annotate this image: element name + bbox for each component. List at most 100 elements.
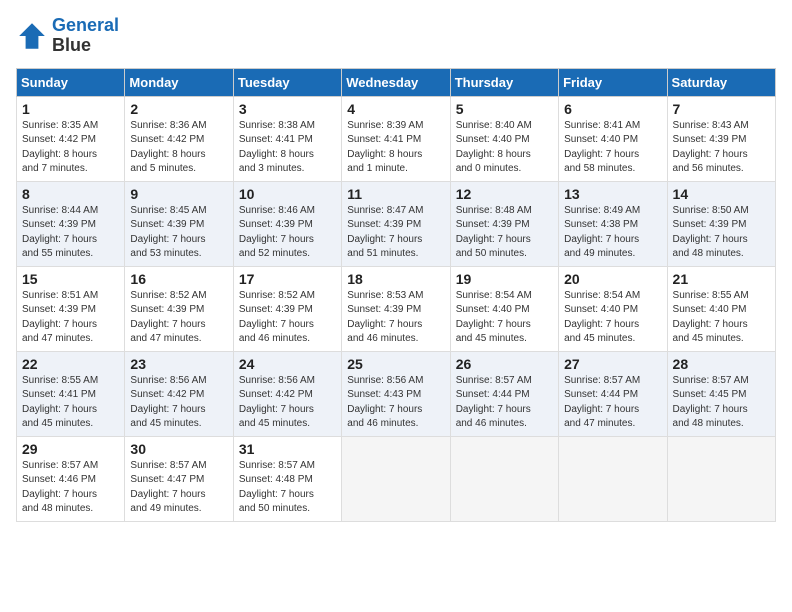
calendar-header-row: SundayMondayTuesdayWednesdayThursdayFrid… bbox=[17, 68, 776, 96]
day-number: 16 bbox=[130, 271, 227, 287]
col-header-sunday: Sunday bbox=[17, 68, 125, 96]
day-number: 29 bbox=[22, 441, 119, 457]
day-number: 15 bbox=[22, 271, 119, 287]
calendar-cell: 26Sunrise: 8:57 AMSunset: 4:44 PMDayligh… bbox=[450, 351, 558, 436]
calendar-week-4: 22 Sunrise: 8:55 AMSunset: 4:41 PMDayligh… bbox=[17, 351, 776, 436]
day-detail: Sunrise: 8:38 AMSunset: 4:41 PMDaylight:… bbox=[239, 119, 336, 177]
day-detail: Sunrise: 8:41 AMSunset: 4:40 PMDaylight:… bbox=[564, 119, 661, 177]
calendar-body: 1 Sunrise: 8:35 AMSunset: 4:42 PMDaylight… bbox=[17, 96, 776, 521]
calendar-cell: 8 Sunrise: 8:44 AMSunset: 4:39 PMDaylight… bbox=[17, 181, 125, 266]
calendar-cell: 6 Sunrise: 8:41 AMSunset: 4:40 PMDaylight… bbox=[559, 96, 667, 181]
day-detail: Sunrise: 8:52 AMSunset: 4:39 PMDaylight:… bbox=[239, 289, 336, 347]
day-number: 4 bbox=[347, 101, 444, 117]
calendar-cell: 17 Sunrise: 8:52 AMSunset: 4:39 PMDayligh… bbox=[233, 266, 341, 351]
day-detail: Sunrise: 8:55 AMSunset: 4:40 PMDaylight:… bbox=[673, 289, 770, 347]
day-number: 10 bbox=[239, 186, 336, 202]
calendar-cell: 27 Sunrise: 8:57 AMSunset: 4:44 PMDayligh… bbox=[559, 351, 667, 436]
day-number: 5 bbox=[456, 101, 553, 117]
day-detail: Sunrise: 8:35 AMSunset: 4:42 PMDaylight:… bbox=[22, 119, 119, 177]
calendar-cell bbox=[559, 436, 667, 521]
day-detail: Sunrise: 8:57 AMSunset: 4:45 PMDaylight:… bbox=[673, 374, 770, 432]
calendar-cell: 21Sunrise: 8:55 AMSunset: 4:40 PMDayligh… bbox=[667, 266, 775, 351]
day-detail: Sunrise: 8:51 AMSunset: 4:39 PMDaylight:… bbox=[22, 289, 119, 347]
col-header-thursday: Thursday bbox=[450, 68, 558, 96]
day-detail: Sunrise: 8:56 AMSunset: 4:43 PMDaylight:… bbox=[347, 374, 444, 432]
calendar-cell: 25 Sunrise: 8:56 AMSunset: 4:43 PMDayligh… bbox=[342, 351, 450, 436]
day-number: 23 bbox=[130, 356, 227, 372]
logo: GeneralBlue bbox=[16, 16, 119, 56]
calendar-cell: 19 Sunrise: 8:54 AMSunset: 4:40 PMDayligh… bbox=[450, 266, 558, 351]
calendar-cell: 18 Sunrise: 8:53 AMSunset: 4:39 PMDayligh… bbox=[342, 266, 450, 351]
col-header-tuesday: Tuesday bbox=[233, 68, 341, 96]
day-detail: Sunrise: 8:52 AMSunset: 4:39 PMDaylight:… bbox=[130, 289, 227, 347]
calendar-cell: 11Sunrise: 8:47 AMSunset: 4:39 PMDayligh… bbox=[342, 181, 450, 266]
calendar-cell: 23Sunrise: 8:56 AMSunset: 4:42 PMDayligh… bbox=[125, 351, 233, 436]
calendar-week-2: 8 Sunrise: 8:44 AMSunset: 4:39 PMDaylight… bbox=[17, 181, 776, 266]
calendar-cell: 29 Sunrise: 8:57 AMSunset: 4:46 PMDayligh… bbox=[17, 436, 125, 521]
day-detail: Sunrise: 8:54 AMSunset: 4:40 PMDaylight:… bbox=[456, 289, 553, 347]
day-detail: Sunrise: 8:46 AMSunset: 4:39 PMDaylight:… bbox=[239, 204, 336, 262]
calendar-cell: 12Sunrise: 8:48 AMSunset: 4:39 PMDayligh… bbox=[450, 181, 558, 266]
day-detail: Sunrise: 8:40 AMSunset: 4:40 PMDaylight:… bbox=[456, 119, 553, 177]
calendar-cell: 7 Sunrise: 8:43 AMSunset: 4:39 PMDaylight… bbox=[667, 96, 775, 181]
day-detail: Sunrise: 8:50 AMSunset: 4:39 PMDaylight:… bbox=[673, 204, 770, 262]
day-number: 3 bbox=[239, 101, 336, 117]
calendar-cell: 24 Sunrise: 8:56 AMSunset: 4:42 PMDayligh… bbox=[233, 351, 341, 436]
day-detail: Sunrise: 8:57 AMSunset: 4:46 PMDaylight:… bbox=[22, 459, 119, 517]
day-number: 19 bbox=[456, 271, 553, 287]
day-number: 31 bbox=[239, 441, 336, 457]
col-header-wednesday: Wednesday bbox=[342, 68, 450, 96]
day-number: 12 bbox=[456, 186, 553, 202]
day-detail: Sunrise: 8:36 AMSunset: 4:42 PMDaylight:… bbox=[130, 119, 227, 177]
day-number: 17 bbox=[239, 271, 336, 287]
day-number: 25 bbox=[347, 356, 444, 372]
day-detail: Sunrise: 8:47 AMSunset: 4:39 PMDaylight:… bbox=[347, 204, 444, 262]
calendar-cell: 16 Sunrise: 8:52 AMSunset: 4:39 PMDayligh… bbox=[125, 266, 233, 351]
calendar-cell bbox=[667, 436, 775, 521]
day-detail: Sunrise: 8:57 AMSunset: 4:47 PMDaylight:… bbox=[130, 459, 227, 517]
day-number: 27 bbox=[564, 356, 661, 372]
calendar-cell bbox=[450, 436, 558, 521]
day-detail: Sunrise: 8:54 AMSunset: 4:40 PMDaylight:… bbox=[564, 289, 661, 347]
calendar-cell: 5 Sunrise: 8:40 AMSunset: 4:40 PMDaylight… bbox=[450, 96, 558, 181]
calendar-cell bbox=[342, 436, 450, 521]
day-detail: Sunrise: 8:55 AMSunset: 4:41 PMDaylight:… bbox=[22, 374, 119, 432]
day-number: 9 bbox=[130, 186, 227, 202]
day-number: 8 bbox=[22, 186, 119, 202]
day-detail: Sunrise: 8:57 AMSunset: 4:44 PMDaylight:… bbox=[564, 374, 661, 432]
calendar-cell: 1 Sunrise: 8:35 AMSunset: 4:42 PMDaylight… bbox=[17, 96, 125, 181]
col-header-monday: Monday bbox=[125, 68, 233, 96]
day-detail: Sunrise: 8:56 AMSunset: 4:42 PMDaylight:… bbox=[239, 374, 336, 432]
day-number: 24 bbox=[239, 356, 336, 372]
day-number: 7 bbox=[673, 101, 770, 117]
col-header-saturday: Saturday bbox=[667, 68, 775, 96]
calendar-cell: 30Sunrise: 8:57 AMSunset: 4:47 PMDayligh… bbox=[125, 436, 233, 521]
calendar-cell: 31Sunrise: 8:57 AMSunset: 4:48 PMDayligh… bbox=[233, 436, 341, 521]
calendar-cell: 10 Sunrise: 8:46 AMSunset: 4:39 PMDayligh… bbox=[233, 181, 341, 266]
calendar-cell: 22 Sunrise: 8:55 AMSunset: 4:41 PMDayligh… bbox=[17, 351, 125, 436]
day-number: 1 bbox=[22, 101, 119, 117]
calendar-cell: 4 Sunrise: 8:39 AMSunset: 4:41 PMDaylight… bbox=[342, 96, 450, 181]
calendar-cell: 14 Sunrise: 8:50 AMSunset: 4:39 PMDayligh… bbox=[667, 181, 775, 266]
day-number: 14 bbox=[673, 186, 770, 202]
day-detail: Sunrise: 8:44 AMSunset: 4:39 PMDaylight:… bbox=[22, 204, 119, 262]
calendar-cell: 15 Sunrise: 8:51 AMSunset: 4:39 PMDayligh… bbox=[17, 266, 125, 351]
calendar-cell: 28Sunrise: 8:57 AMSunset: 4:45 PMDayligh… bbox=[667, 351, 775, 436]
logo-text: GeneralBlue bbox=[52, 16, 119, 56]
day-number: 2 bbox=[130, 101, 227, 117]
day-number: 22 bbox=[22, 356, 119, 372]
day-number: 20 bbox=[564, 271, 661, 287]
col-header-friday: Friday bbox=[559, 68, 667, 96]
day-detail: Sunrise: 8:49 AMSunset: 4:38 PMDaylight:… bbox=[564, 204, 661, 262]
day-detail: Sunrise: 8:43 AMSunset: 4:39 PMDaylight:… bbox=[673, 119, 770, 177]
page-header: GeneralBlue bbox=[16, 16, 776, 56]
day-detail: Sunrise: 8:39 AMSunset: 4:41 PMDaylight:… bbox=[347, 119, 444, 177]
day-number: 6 bbox=[564, 101, 661, 117]
calendar-cell: 13Sunrise: 8:49 AMSunset: 4:38 PMDayligh… bbox=[559, 181, 667, 266]
calendar-week-1: 1 Sunrise: 8:35 AMSunset: 4:42 PMDaylight… bbox=[17, 96, 776, 181]
day-number: 26 bbox=[456, 356, 553, 372]
calendar-cell: 9Sunrise: 8:45 AMSunset: 4:39 PMDaylight… bbox=[125, 181, 233, 266]
day-detail: Sunrise: 8:53 AMSunset: 4:39 PMDaylight:… bbox=[347, 289, 444, 347]
day-number: 18 bbox=[347, 271, 444, 287]
calendar-cell: 3 Sunrise: 8:38 AMSunset: 4:41 PMDaylight… bbox=[233, 96, 341, 181]
